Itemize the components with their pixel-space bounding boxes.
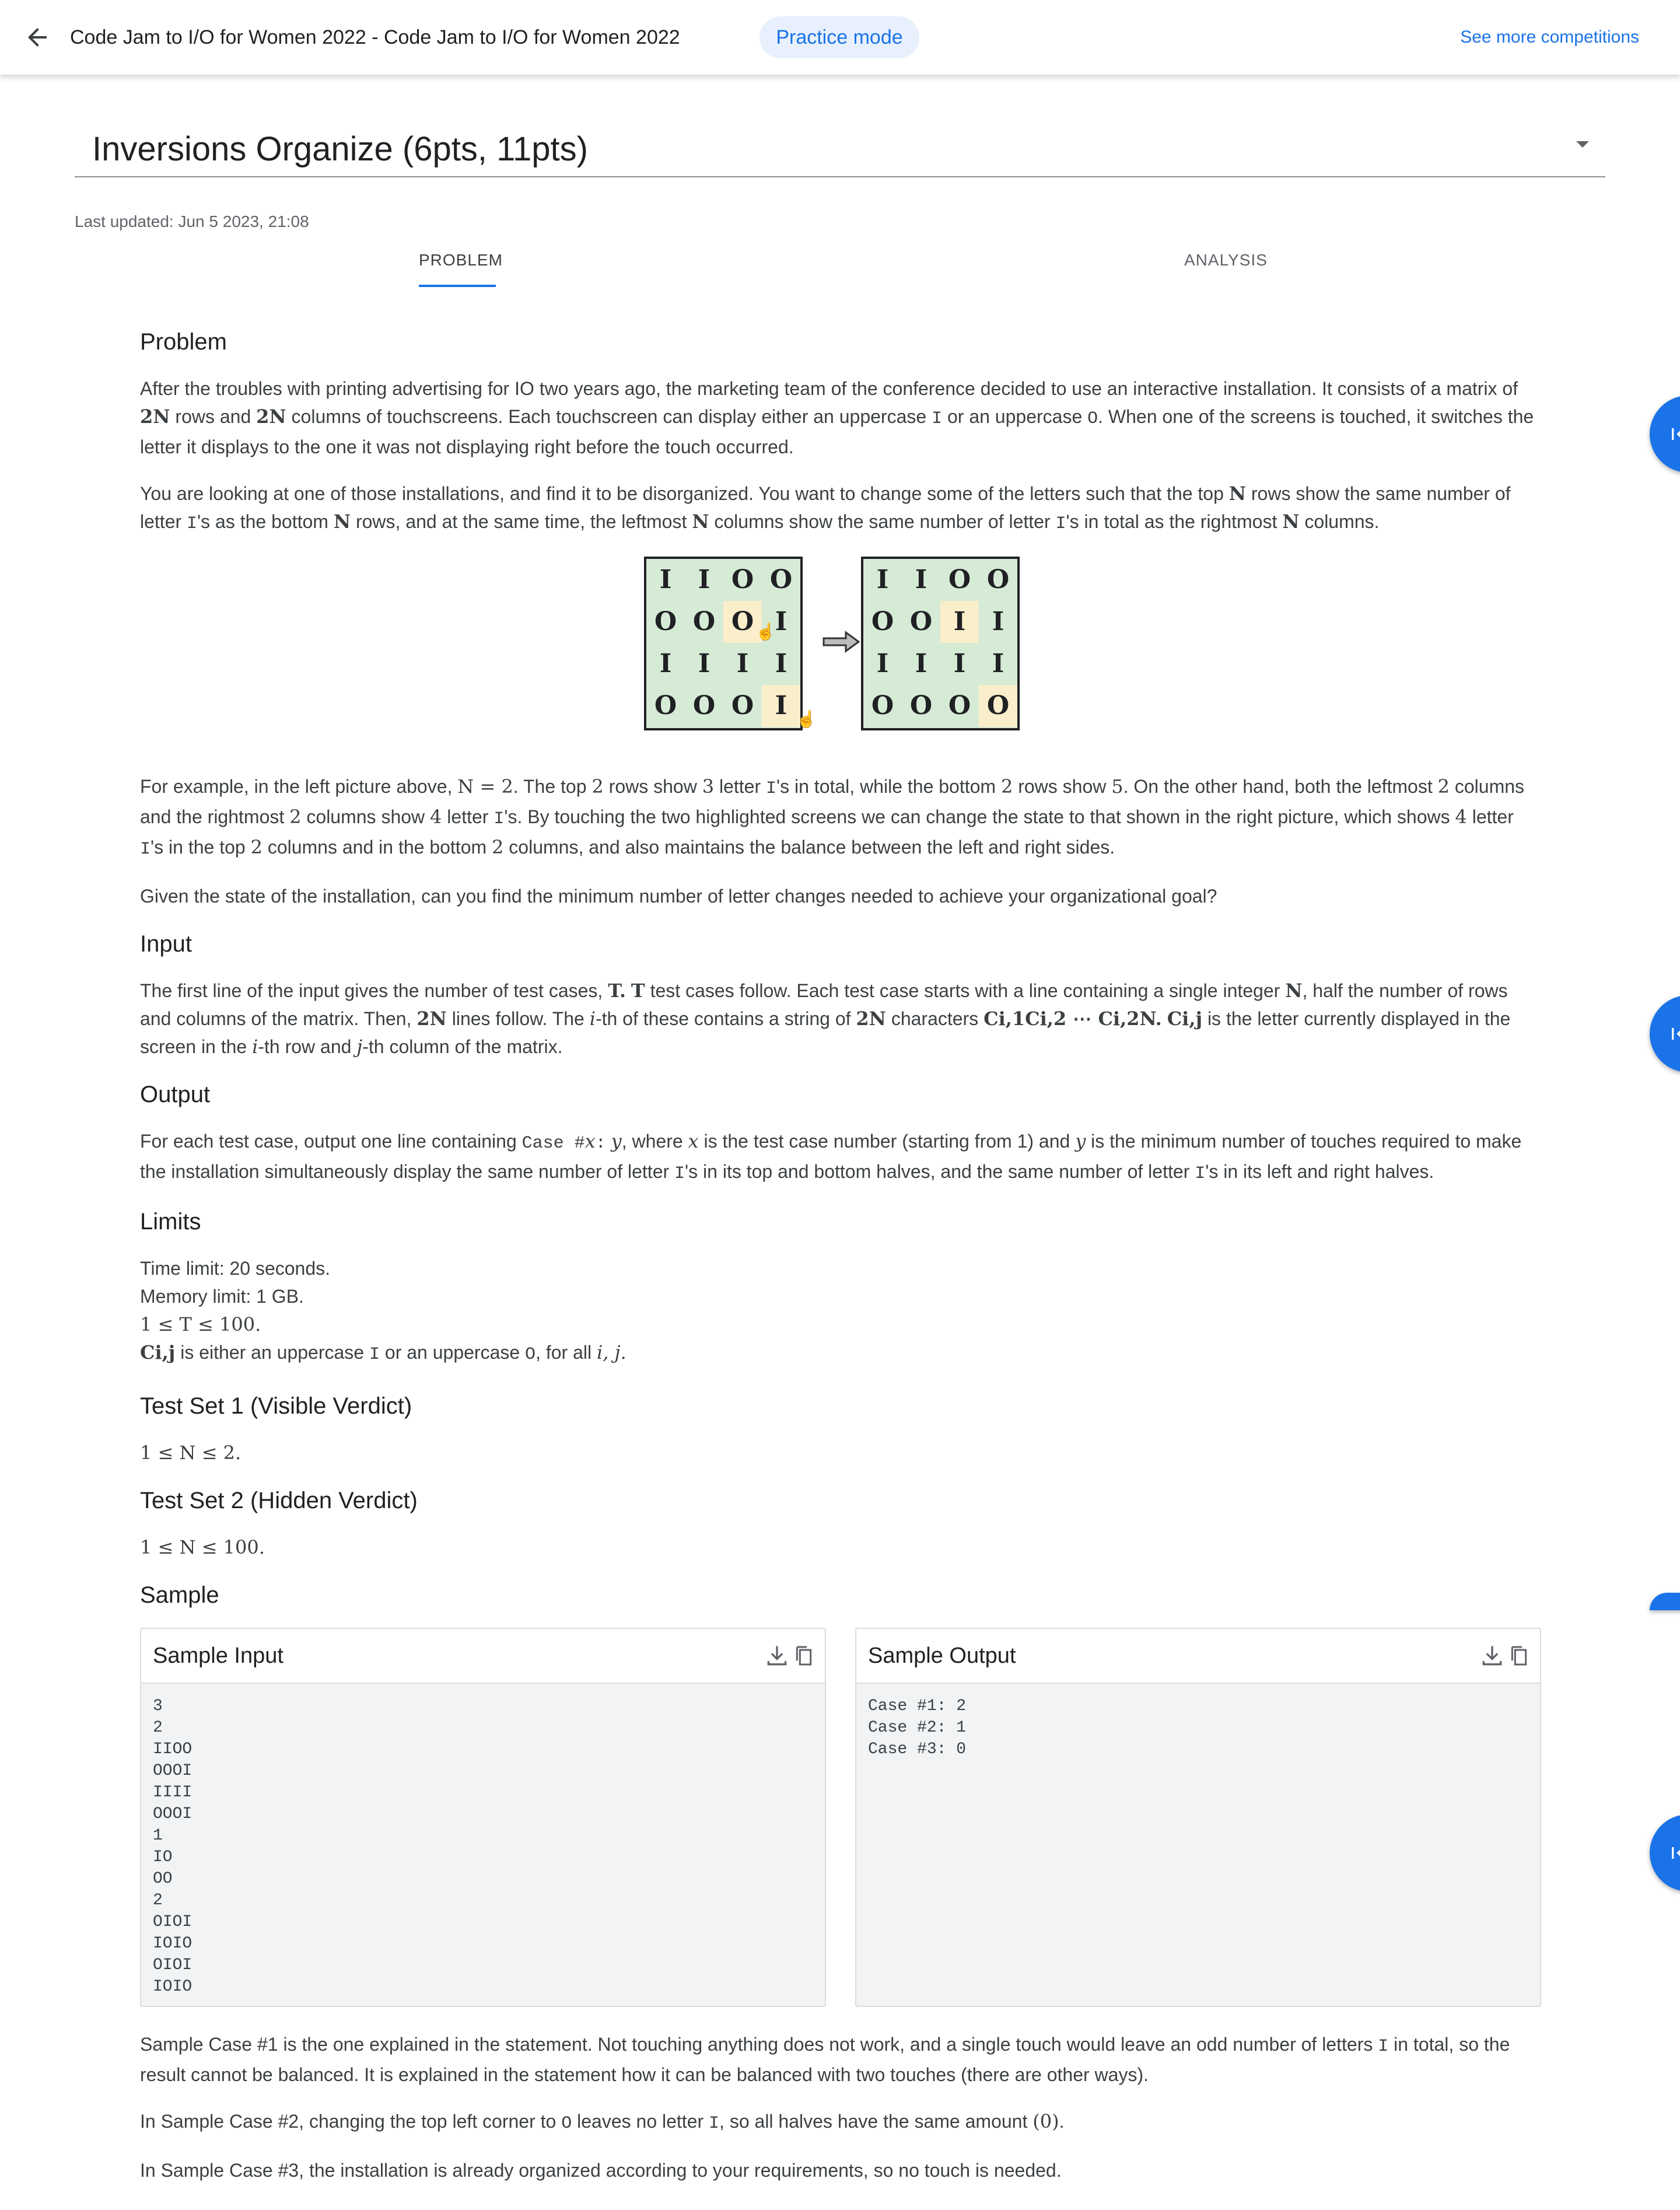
matrix-cell: O (692, 691, 716, 721)
sample-explanation: In Sample Case #2, changing the top left… (140, 2110, 1065, 2134)
sample-output-text[interactable]: Case #1: 2 Case #2: 1 Case #3: 0 (856, 1684, 1540, 1772)
copy-icon[interactable] (792, 1642, 816, 1670)
input-heading: Input (140, 931, 192, 957)
pointer-hand-icon: ☝ (796, 710, 817, 728)
problem-paragraph: You are looking at one of those installa… (140, 482, 1511, 534)
test-set-2-range: 1 ≤ N ≤ 100. (140, 1536, 265, 1558)
first-page-button[interactable] (1650, 995, 1680, 1072)
problem-heading: Problem (140, 329, 227, 355)
matrix-cell: O (871, 691, 894, 721)
tab-analysis[interactable]: ANALYSIS (1184, 250, 1268, 271)
matrix-cell: O (654, 691, 677, 721)
sample-input-header: Sample Input (141, 1629, 825, 1684)
matrix-cell: O (979, 685, 1017, 727)
cij-constraint: Ci,j is either an uppercase I or an uppe… (140, 1341, 626, 1365)
dropdown-caret-icon (1576, 141, 1589, 148)
sample-input-box: Sample Input 3 2 IIOO OOOI IIII OOOI 1 I… (140, 1628, 826, 2007)
output-paragraph: For each test case, output one line cont… (140, 1130, 1522, 1184)
problem-paragraph: After the troubles with printing adverti… (140, 378, 1534, 457)
first-page-button[interactable] (1650, 1814, 1680, 1891)
copy-icon[interactable] (1507, 1642, 1531, 1670)
first-page-icon (1672, 1028, 1680, 1040)
download-icon[interactable] (764, 1642, 790, 1670)
matrix-cell: O (769, 565, 793, 595)
test-set-1-range: 1 ≤ N ≤ 2. (140, 1442, 242, 1464)
memory-limit: Memory limit: 1 GB. (140, 1286, 304, 1307)
output-heading: Output (140, 1082, 211, 1107)
see-more-competitions-link[interactable]: See more competitions (1460, 25, 1639, 50)
first-page-button[interactable] (1650, 396, 1680, 473)
matrix-cell: I (698, 565, 710, 595)
matrix-cell: I (915, 649, 928, 679)
download-icon[interactable] (1479, 1642, 1505, 1670)
matrix-cell: O (986, 565, 1010, 595)
matrix-cell: O (731, 691, 754, 721)
partial-fab[interactable] (1650, 1593, 1680, 1610)
sample-input-title: Sample Input (153, 1643, 284, 1668)
sample-output-header: Sample Output (856, 1629, 1540, 1684)
first-page-icon (1672, 428, 1680, 440)
problem-content: Problem After the troubles with printing… (140, 327, 1541, 2203)
problem-paragraph: For example, in the left picture above, … (140, 775, 1525, 859)
top-bar: Code Jam to I/O for Women 2022 - Code Ja… (0, 0, 1680, 75)
sample-heading: Sample (140, 1582, 219, 1608)
matrix-cell: I (940, 601, 979, 643)
matrix-cell: I (698, 649, 710, 679)
matrix-cell: I (659, 649, 672, 679)
time-limit: Time limit: 20 seconds. (140, 1258, 331, 1279)
matrix-cell: O (692, 607, 716, 637)
t-range: 1 ≤ T ≤ 100. (140, 1313, 261, 1335)
arrow-back-icon[interactable] (23, 23, 51, 51)
matrix-cell: O (909, 607, 933, 637)
test-set-1-heading: Test Set 1 (Visible Verdict) (140, 1393, 412, 1419)
last-updated: Last updated: Jun 5 2023, 21:08 (75, 212, 309, 230)
matrix-cell: I (953, 649, 966, 679)
sample-output-title: Sample Output (868, 1643, 1016, 1668)
sample-row: Sample Input 3 2 IIOO OOOI IIII OOOI 1 I… (140, 1628, 1541, 2007)
limits-list: Time limit: 20 seconds. Memory limit: 1 … (140, 1254, 1540, 1369)
matrix-cell: I (736, 649, 749, 679)
first-page-icon (1672, 1847, 1680, 1859)
matrix-cell: O (909, 691, 933, 721)
input-paragraph: The first line of the input gives the nu… (140, 980, 1511, 1058)
active-tab-indicator (419, 285, 496, 287)
pointer-hand-icon: ☝ (755, 623, 776, 641)
competition-title: Code Jam to I/O for Women 2022 - Code Ja… (70, 26, 680, 48)
matrix-cell: O (948, 691, 971, 721)
left-matrix: IIOOOOOIIIIIOOOI (644, 557, 803, 730)
matrix-cell: I (876, 565, 889, 595)
test-set-2-heading: Test Set 2 (Hidden Verdict) (140, 1488, 418, 1513)
matrix-cell: O (948, 565, 971, 595)
matrix-cell: I (775, 649, 788, 679)
right-arrow-icon (822, 631, 860, 653)
practice-mode-button[interactable]: Practice mode (760, 16, 919, 58)
matrix-cell: I (992, 649, 1005, 679)
matrix-cell: I (915, 565, 928, 595)
sample-explanation: Sample Case #1 is the one explained in t… (140, 2034, 1510, 2085)
matrix-cell: O (731, 565, 754, 595)
matrix-cell: I (876, 649, 889, 679)
matrix-cell: O (654, 607, 677, 637)
sample-explanation: In Sample Case #3, the installation is a… (140, 2160, 1062, 2181)
problem-paragraph: Given the state of the installation, can… (140, 886, 1217, 907)
limits-heading: Limits (140, 1209, 201, 1235)
example-figure: IIOOOOOIIIIIOOOI IIOOOOIIIIIIOOOO ☝ ☝ (140, 557, 1540, 743)
matrix-cell: I (992, 607, 1005, 637)
right-matrix: IIOOOOIIIIIIOOOO (861, 557, 1020, 730)
tab-problem[interactable]: PROBLEM (419, 250, 503, 271)
problem-selector[interactable]: Inversions Organize (6pts, 11pts) (75, 123, 1605, 177)
matrix-cell: I (762, 685, 800, 727)
matrix-cell: I (659, 565, 672, 595)
sample-output-box: Sample Output Case #1: 2 Case #2: 1 Case… (855, 1628, 1541, 2007)
matrix-cell: O (871, 607, 894, 637)
sample-input-text[interactable]: 3 2 IIOO OOOI IIII OOOI 1 IO OO 2 OIOI I… (141, 1684, 825, 2006)
problem-selector-value: Inversions Organize (6pts, 11pts) (92, 130, 588, 168)
